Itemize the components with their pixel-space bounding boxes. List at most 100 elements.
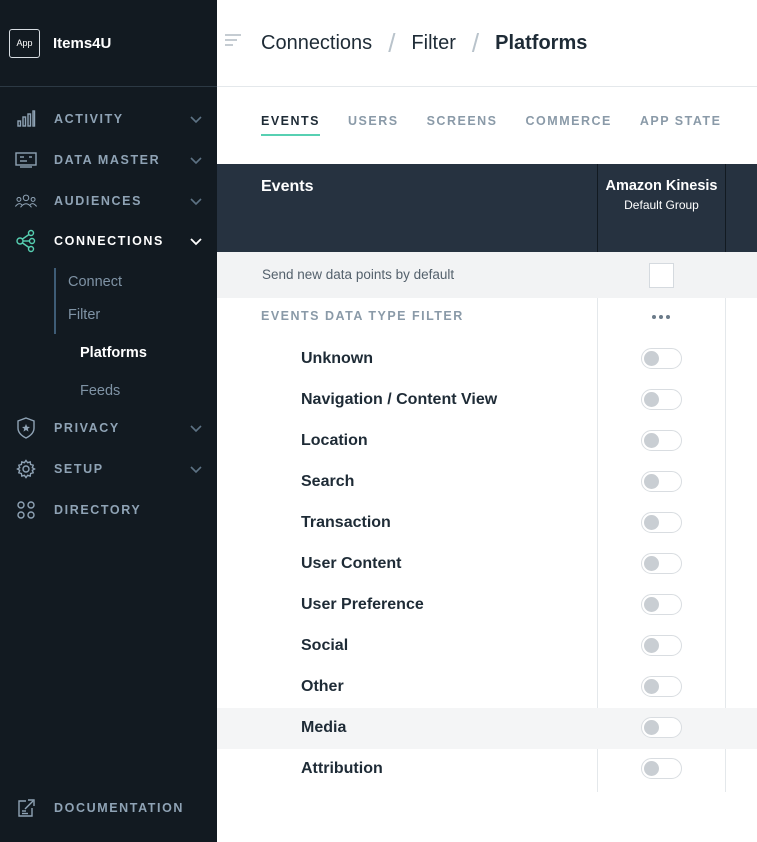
column-header-title: Amazon Kinesis [605, 178, 718, 194]
toggle-knob [644, 556, 659, 571]
sidebar-subitem-filter[interactable]: Filter [68, 307, 100, 323]
sidebar-subitem-feeds[interactable]: Feeds [80, 383, 120, 399]
sidebar-item-privacy[interactable]: PRIVACY [0, 416, 217, 440]
chevron-down-icon [190, 466, 202, 474]
send-default-checkbox[interactable] [649, 263, 674, 288]
toggle-knob [644, 597, 659, 612]
default-row-label: Send new data points by default [262, 267, 455, 282]
tab-events[interactable]: EVENTS [261, 114, 321, 136]
column-header-events: Events [261, 178, 314, 195]
event-type-label: Media [301, 719, 347, 736]
toggle-switch[interactable] [641, 758, 682, 779]
tab-app-state[interactable]: APP STATE [640, 114, 722, 136]
toggle-knob [644, 515, 659, 530]
event-type-label: Search [301, 473, 355, 490]
sidebar-item-documentation[interactable]: DOCUMENTATION [0, 796, 217, 820]
sidebar-item-label: DATA MASTER [54, 153, 161, 167]
toggle-switch[interactable] [641, 594, 682, 615]
sidebar-item-connections[interactable]: CONNECTIONS [0, 229, 217, 253]
table-row: User Content [217, 544, 757, 585]
table-row: Transaction [217, 503, 757, 544]
table-row: Social [217, 626, 757, 667]
gear-icon [15, 458, 37, 480]
toggle-knob [644, 761, 659, 776]
app-badge[interactable]: App [9, 28, 40, 58]
toggle-switch[interactable] [641, 471, 682, 492]
tab-bar: EVENTS USERS SCREENS COMMERCE APP STATE [261, 114, 749, 136]
event-type-label: Navigation / Content View [301, 391, 498, 408]
toggle-switch[interactable] [641, 676, 682, 697]
breadcrumb-separator: / [388, 28, 396, 58]
toggle-switch[interactable] [641, 553, 682, 574]
toggle-switch[interactable] [641, 717, 682, 738]
toggle-knob [644, 392, 659, 407]
chevron-down-icon [190, 116, 202, 124]
tab-commerce[interactable]: COMMERCE [526, 114, 612, 136]
activity-icon [15, 108, 37, 130]
sidebar-subitem-connect[interactable]: Connect [68, 274, 122, 290]
breadcrumb-filter[interactable]: Filter [411, 32, 455, 55]
breadcrumb-separator: / [471, 28, 480, 58]
app-header: App Items4U [0, 0, 217, 87]
header-divider [217, 86, 757, 87]
table-row: User Preference [217, 585, 757, 626]
sidebar-item-label: DIRECTORY [54, 503, 142, 517]
chevron-down-icon [190, 198, 202, 206]
chevron-down-icon [190, 157, 202, 165]
sidebar-item-label: ACTIVITY [54, 112, 124, 126]
breadcrumb-connections[interactable]: Connections [261, 32, 372, 55]
sidebar-item-label: SETUP [54, 462, 104, 476]
table-row: Navigation / Content View [217, 380, 757, 421]
tab-users[interactable]: USERS [348, 114, 399, 136]
toggle-knob [644, 679, 659, 694]
event-type-label: User Content [301, 555, 402, 572]
sidebar-item-label: PRIVACY [54, 421, 120, 435]
event-type-label: User Preference [301, 596, 424, 613]
toggle-knob [644, 638, 659, 653]
default-row: Send new data points by default [217, 252, 757, 298]
table-row: Search [217, 462, 757, 503]
column-header-amazon-kinesis: Amazon Kinesis Default Group [597, 164, 726, 252]
menu-icon[interactable] [225, 33, 241, 47]
table-row: Attribution [217, 749, 757, 790]
toggle-knob [644, 720, 659, 735]
privacy-icon [15, 417, 37, 439]
breadcrumb-platforms: Platforms [495, 32, 588, 54]
tab-screens[interactable]: SCREENS [427, 114, 498, 136]
sidebar-item-data-master[interactable]: DATA MASTER [0, 148, 217, 172]
toggle-switch[interactable] [641, 635, 682, 656]
sidebar-subitem-platforms[interactable]: Platforms [80, 345, 147, 361]
toggle-switch[interactable] [641, 512, 682, 533]
column-header-subtitle: Default Group [624, 198, 699, 212]
toggle-switch[interactable] [641, 348, 682, 369]
sidebar-item-directory[interactable]: DIRECTORY [0, 498, 217, 522]
audiences-icon [15, 190, 37, 212]
sidebar-item-label: CONNECTIONS [54, 234, 164, 248]
event-type-label: Unknown [301, 350, 373, 367]
sidebar-item-setup[interactable]: SETUP [0, 457, 217, 481]
sidebar-item-activity[interactable]: ACTIVITY [0, 107, 217, 131]
directory-icon [15, 499, 37, 521]
toggle-switch[interactable] [641, 430, 682, 451]
toggle-knob [644, 474, 659, 489]
sidebar-item-audiences[interactable]: AUDIENCES [0, 189, 217, 213]
table-row: Other [217, 667, 757, 708]
app-name[interactable]: Items4U [53, 35, 111, 52]
table-row: Media [217, 708, 757, 749]
event-type-label: Location [301, 432, 368, 449]
chevron-down-icon [190, 425, 202, 433]
filter-section-label: EVENTS DATA TYPE FILTER [261, 309, 464, 323]
sidebar-item-label: DOCUMENTATION [54, 801, 185, 815]
connections-icon [15, 229, 37, 253]
table-row: Location [217, 421, 757, 462]
data-master-icon [15, 149, 37, 171]
toggle-switch[interactable] [641, 389, 682, 410]
sidebar: App Items4U ACTIVITY DATA MASTER AUDIENC… [0, 0, 217, 842]
breadcrumb: Connections / Filter / Platforms [261, 28, 587, 59]
chevron-down-icon [190, 238, 202, 246]
more-options-icon[interactable] [648, 310, 674, 324]
table-row: Unknown [217, 339, 757, 380]
event-type-label: Attribution [301, 760, 383, 777]
table-header: Events Amazon Kinesis Default Group [217, 164, 757, 252]
sidebar-item-label: AUDIENCES [54, 194, 143, 208]
